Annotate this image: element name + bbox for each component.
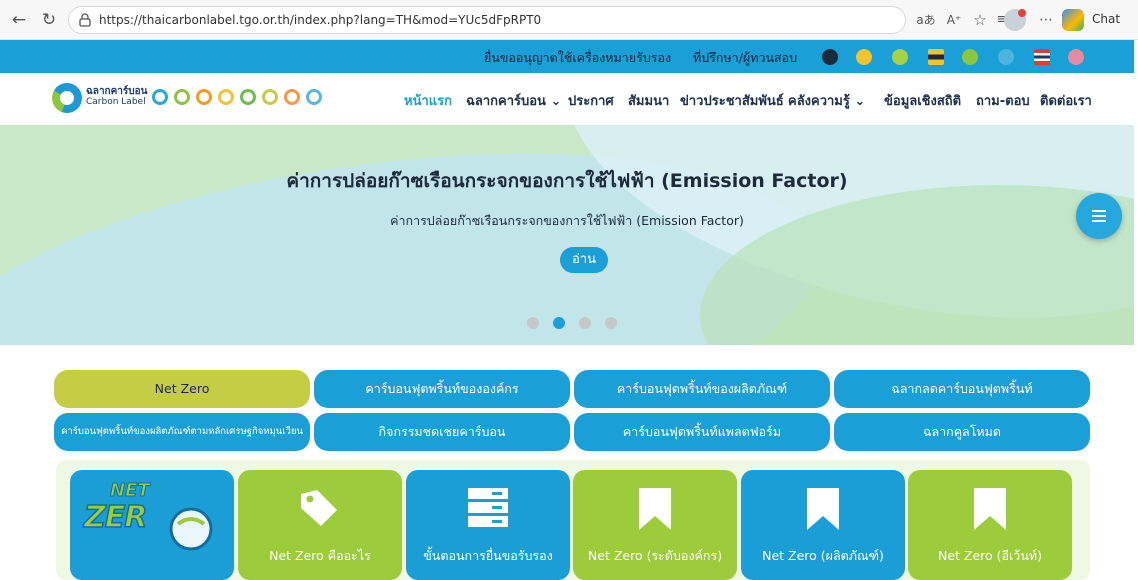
slide-dot[interactable]: [605, 317, 617, 329]
bookmark-icon: [639, 488, 671, 530]
lock-icon: [79, 13, 91, 27]
bookmark-icon: [974, 488, 1006, 530]
notification-dot: [1018, 9, 1026, 17]
category-circular-economy-cf[interactable]: คาร์บอนฟุตพริ้นท์ของผลิตภัณฑ์ตามหลักเศรษ…: [54, 413, 310, 451]
accessibility-icon[interactable]: [856, 49, 872, 65]
hero-title: ค่าการปล่อยก๊าซเรือนกระจกของการใช้ไฟฟ้า …: [286, 170, 848, 192]
search-icon[interactable]: [822, 49, 838, 65]
category-carbon-offset[interactable]: กิจกรรมชดเชยคาร์บอน: [314, 413, 570, 451]
menu-carbon-label[interactable]: ฉลากคาร์บอน ⌄: [466, 90, 561, 111]
net-zero-logo-zero: ZER: [83, 499, 148, 536]
slide-dot[interactable]: [527, 317, 539, 329]
copilot-icon: [1062, 9, 1084, 31]
menu-home[interactable]: หน้าแรก: [404, 90, 452, 111]
url-text: https://thaicarbonlabel.tgo.or.th/index.…: [99, 13, 542, 27]
server-stack-icon: [468, 488, 508, 527]
menu-statistics[interactable]: ข้อมูลเชิงสถิติ: [884, 90, 961, 111]
read-aloud-icon[interactable]: A⁺: [944, 10, 964, 30]
category-cf-reduction-label[interactable]: ฉลากลดคาร์บอนฟุตพริ้นท์: [834, 370, 1090, 408]
card-net-zero-product[interactable]: Net Zero (ผลิตภัณฑ์): [741, 470, 905, 580]
menu-faq[interactable]: ถาม-ตอบ: [976, 90, 1030, 111]
card-label: Net Zero (ผลิตภัณฑ์): [762, 548, 884, 563]
browser-toolbar: ← ↻ https://thaicarbonlabel.tgo.or.th/in…: [0, 0, 1138, 40]
carbon-label-logo[interactable]: [52, 83, 82, 113]
card-net-zero-organization[interactable]: Net Zero (ระดับองค์กร): [573, 470, 737, 580]
contrast-icon[interactable]: [928, 49, 944, 65]
sitemap-icon[interactable]: [998, 49, 1014, 65]
thai-flag-icon[interactable]: [1034, 49, 1050, 65]
label-badge-icon: [240, 89, 256, 105]
bookmark-icon: [807, 488, 839, 530]
main-header: ฉลากคาร์บอน Carbon Label หน้าแรก ฉลากคาร…: [0, 73, 1134, 125]
label-badge-icon: [218, 89, 234, 105]
address-bar[interactable]: https://thaicarbonlabel.tgo.or.th/index.…: [68, 6, 906, 34]
apply-label-link[interactable]: ยื่นขออนุญาตใช้เครื่องหมายรับรอง: [484, 48, 671, 68]
card-label: Net Zero (ระดับองค์กร): [587, 548, 723, 563]
slide-dot[interactable]: [579, 317, 591, 329]
label-badge-icon: [306, 89, 322, 105]
font-size-icon[interactable]: [892, 49, 908, 65]
card-net-zero-event[interactable]: Net Zero (อีเว้นท์): [908, 470, 1072, 580]
more-options-icon[interactable]: ⋯: [1036, 10, 1056, 30]
utility-bar: ยื่นขออนุญาตใช้เครื่องหมายรับรอง ที่ปรึก…: [0, 40, 1134, 73]
category-cool-mode-label[interactable]: ฉลากคูลโหมด: [834, 413, 1090, 451]
net-zero-logo-net: NET: [110, 480, 151, 502]
label-badge-icon: [174, 89, 190, 105]
net-zero-logo-card[interactable]: NET ZER: [70, 470, 234, 580]
label-badge-icon: [262, 89, 278, 105]
slide-dot-active[interactable]: [553, 317, 565, 329]
consultant-link[interactable]: ที่ปรึกษา/ผู้ทวนสอบ: [693, 48, 797, 68]
category-net-zero[interactable]: Net Zero: [54, 370, 310, 408]
sound-icon[interactable]: [962, 49, 978, 65]
read-more-button[interactable]: อ่าน: [560, 247, 608, 273]
chat-label: Chat: [1092, 12, 1121, 26]
back-icon[interactable]: ←: [8, 9, 30, 31]
menu-icon: [1092, 210, 1106, 222]
label-badge-icon: [152, 89, 168, 105]
label-badge-icon: [284, 89, 300, 105]
menu-announcements[interactable]: ประกาศ: [568, 90, 614, 111]
favorite-star-icon[interactable]: ☆: [970, 10, 990, 30]
chat-button[interactable]: Chat: [1062, 8, 1138, 32]
menu-knowledge[interactable]: คลังความรู้ ⌄: [788, 90, 865, 111]
co2-globe-icon: [169, 507, 213, 551]
hero-slider: ค่าการปล่อยก๊าซเรือนกระจกของการใช้ไฟฟ้า …: [0, 125, 1134, 345]
card-label: Net Zero (อีเว้นท์): [938, 548, 1042, 563]
menu-contact[interactable]: ติดต่อเรา: [1040, 90, 1092, 111]
category-cf-platform[interactable]: คาร์บอนฟุตพริ้นท์แพลตฟอร์ม: [574, 413, 830, 451]
logo-name-en: Carbon Label: [86, 97, 146, 107]
card-label: ขั้นตอนการยื่นขอรับรอง: [423, 548, 553, 563]
english-flag-icon[interactable]: [1068, 49, 1084, 65]
tags-icon: [301, 490, 337, 526]
category-product-cf[interactable]: คาร์บอนฟุตพริ้นท์ของผลิตภัณฑ์: [574, 370, 830, 408]
translate-icon[interactable]: aあ: [916, 10, 936, 30]
hero-subtitle: ค่าการปล่อยก๊าซเรือนกระจกของการใช้ไฟฟ้า …: [390, 213, 744, 228]
floating-menu-button[interactable]: [1076, 193, 1122, 239]
refresh-icon[interactable]: ↻: [38, 9, 60, 31]
category-organization-cf[interactable]: คาร์บอนฟุตพริ้นท์ขององค์กร: [314, 370, 570, 408]
card-label: Net Zero คืออะไร: [269, 548, 371, 563]
menu-seminars[interactable]: สัมมนา: [628, 90, 669, 111]
card-application-steps[interactable]: ขั้นตอนการยื่นขอรับรอง: [406, 470, 570, 580]
card-what-is-net-zero[interactable]: Net Zero คืออะไร: [238, 470, 402, 580]
menu-news[interactable]: ข่าวประชาสัมพันธ์: [680, 90, 784, 111]
label-badge-icon: [196, 89, 212, 105]
